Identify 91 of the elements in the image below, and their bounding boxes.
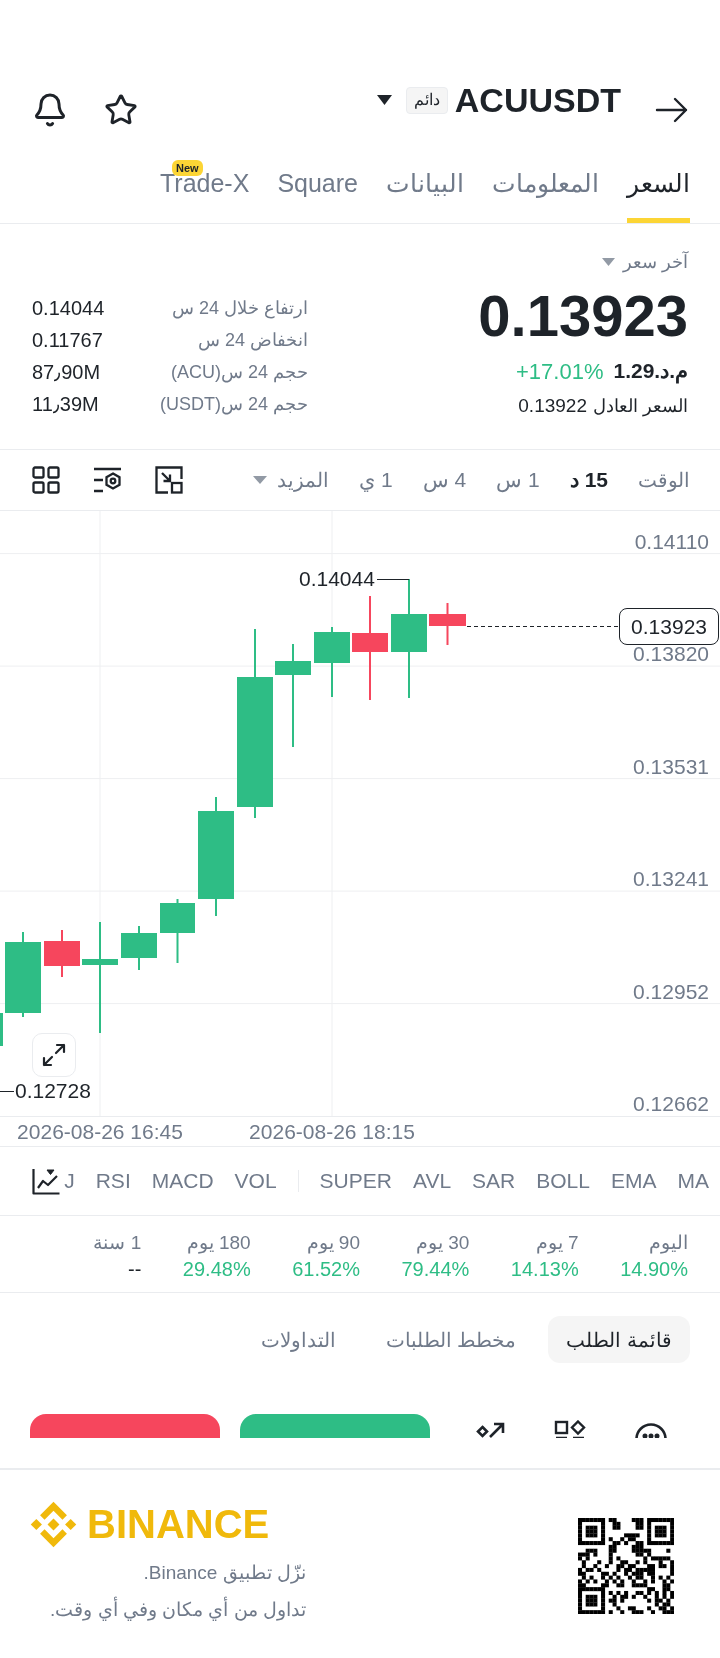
book-tab[interactable]: قائمة الطلب — [548, 1316, 690, 1363]
tab[interactable]: Square — [277, 150, 358, 223]
stat-label: ارتفاع خلال 24 س — [171, 296, 308, 321]
indicator-tab[interactable]: AVL — [412, 1165, 452, 1197]
last-price-tag: 0.13923 — [619, 608, 719, 645]
bell-icon[interactable] — [32, 92, 68, 128]
promo-text: نزّل تطبيق Binance. — [143, 1561, 306, 1586]
low-price-label: 0.12728 — [15, 1080, 91, 1102]
tab[interactable]: البيانات — [386, 150, 464, 223]
settings-icon[interactable] — [93, 466, 122, 494]
period-label: 7 يوم — [535, 1231, 579, 1255]
symbol-title: ACUUSDT — [454, 80, 621, 120]
stat-label: حجم 24 س(ACU) — [170, 360, 308, 385]
candle — [429, 603, 466, 645]
indicator-tab[interactable]: SUPER — [319, 1165, 392, 1197]
collapse-icon[interactable] — [155, 466, 183, 494]
indicator-tab[interactable]: BOLL — [536, 1165, 590, 1197]
price-axis-label: 0.13241 — [633, 868, 709, 891]
time-label: الوقت — [638, 468, 690, 494]
stat-value: 87٫90M — [32, 360, 101, 385]
indicator-tab[interactable]: MA — [677, 1165, 709, 1197]
indicator-tab[interactable]: MACD — [151, 1165, 214, 1197]
price-axis-label: 0.13531 — [633, 755, 709, 778]
candle — [0, 1013, 3, 1046]
interval-tab[interactable]: 1 س — [496, 464, 540, 496]
stat-value: 11٫39M — [32, 392, 99, 417]
indicator-tab[interactable]: VOL — [234, 1165, 277, 1197]
expand-icon — [42, 1043, 66, 1067]
stat-value: 0.11767 — [32, 328, 103, 353]
stat-label: انخفاض 24 س — [197, 328, 308, 353]
leader-line — [376, 579, 410, 580]
contract-type-badge: دائم — [405, 86, 448, 114]
candle — [44, 930, 80, 977]
sell-button[interactable] — [30, 1414, 220, 1438]
line-chart-icon[interactable] — [32, 1167, 60, 1195]
time-axis-label: 2026-08-26 16:45 — [17, 1120, 183, 1144]
promo-text: تداول من أي مكان وفي أي وقت. — [50, 1596, 306, 1624]
logo-icon — [30, 1501, 77, 1548]
period-change: 14.90% — [620, 1257, 688, 1282]
last-price: 0.13923 — [478, 286, 688, 346]
diamond-arrow-icon[interactable] — [476, 1422, 506, 1438]
indicator-tab[interactable]: EMA — [611, 1165, 657, 1197]
candle — [121, 926, 157, 970]
time-axis-label: 2026-08-26 18:15 — [249, 1120, 415, 1144]
fiat-price: م.د.1.29 — [613, 358, 688, 386]
interval-tab[interactable]: 15 د — [569, 464, 608, 496]
indicator-tab[interactable]: J — [64, 1165, 75, 1197]
candle — [160, 899, 195, 963]
period-label: 90 يوم — [306, 1231, 360, 1255]
stat-value: 0.14044 — [32, 296, 105, 321]
price-change: +17.01% — [516, 357, 604, 386]
price-axis-label: 0.12952 — [633, 980, 709, 1003]
stat-label: حجم 24 س(USDT) — [159, 392, 308, 417]
period-label: 1 سنة — [93, 1231, 142, 1255]
book-tab[interactable]: مخطط الطلبات — [367, 1316, 535, 1363]
last-price-label: آخر سعر — [623, 250, 688, 275]
period-change: 79.44% — [401, 1257, 470, 1282]
tab[interactable]: Trade-X New — [160, 150, 250, 223]
caret-icon — [253, 476, 268, 484]
tab[interactable]: المعلومات — [492, 150, 599, 223]
price-axis-label: 0.14110 — [634, 530, 709, 553]
indicator-tab[interactable]: SAR — [472, 1165, 516, 1197]
arrow-icon[interactable] — [655, 96, 688, 124]
caret-icon — [602, 258, 615, 266]
period-change: -- — [128, 1257, 142, 1282]
star-icon[interactable] — [104, 93, 138, 127]
interval-tab[interactable]: 4 س — [422, 464, 467, 496]
period-label: 30 يوم — [415, 1231, 470, 1255]
grid-icon[interactable] — [32, 466, 60, 494]
tab[interactable]: السعر — [627, 150, 690, 223]
indicator-tab[interactable]: RSI — [95, 1165, 131, 1197]
shapes-icon[interactable] — [554, 1420, 586, 1438]
period-change: 29.48% — [182, 1257, 251, 1282]
expand-button[interactable] — [32, 1033, 76, 1077]
brand-name: BINANCE — [87, 1501, 270, 1548]
fair-price: 0.13922 — [518, 393, 587, 418]
circle-dots-icon[interactable] — [634, 1420, 668, 1438]
interval-tab[interactable]: 1 ي — [359, 464, 393, 496]
candle — [314, 627, 350, 697]
period-label: اليوم — [649, 1231, 688, 1255]
price-axis-label: 0.12662 — [633, 1093, 709, 1116]
fair-price-label: السعر العادل — [593, 394, 688, 419]
period-change: 61.52% — [292, 1257, 360, 1282]
caret-icon — [376, 95, 392, 105]
book-tab[interactable]: التداولات — [242, 1316, 354, 1363]
leader-line — [0, 1091, 15, 1092]
price-axis-label: 0.13820 — [633, 643, 709, 666]
period-change: 14.13% — [510, 1257, 579, 1282]
period-label: 180 يوم — [186, 1231, 251, 1255]
high-price-label: 0.14044 — [299, 568, 375, 590]
more-dropdown[interactable]: المزيد — [253, 465, 330, 495]
